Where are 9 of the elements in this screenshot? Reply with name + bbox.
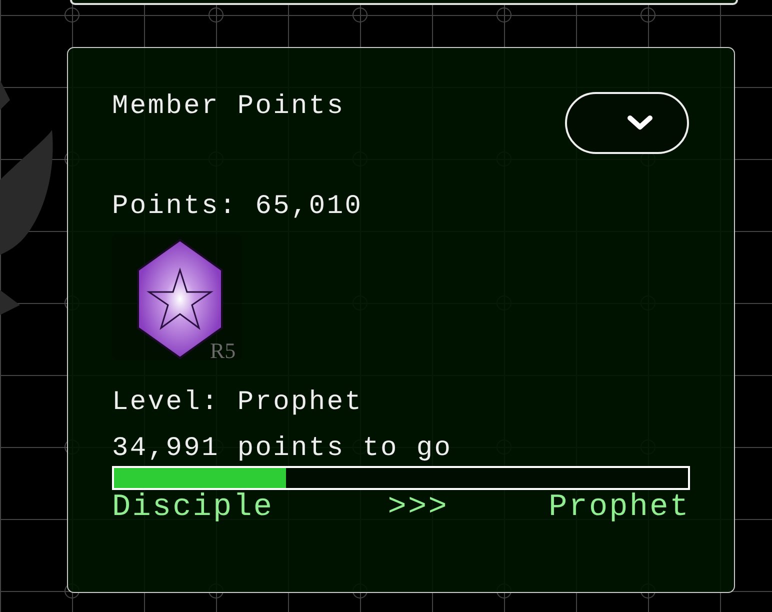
- points-text: Points: 65,010: [112, 192, 364, 222]
- level-text: Level: Prophet: [112, 388, 364, 418]
- chevron-icon: [627, 115, 653, 131]
- current-level: Disciple: [112, 490, 274, 525]
- card-title: Member Points: [112, 92, 345, 122]
- points-to-go: 34,991 points to go: [112, 434, 454, 464]
- badge-rank: R5: [210, 338, 236, 364]
- arrow-text: >>>: [388, 490, 448, 525]
- next-level: Prophet: [548, 490, 690, 525]
